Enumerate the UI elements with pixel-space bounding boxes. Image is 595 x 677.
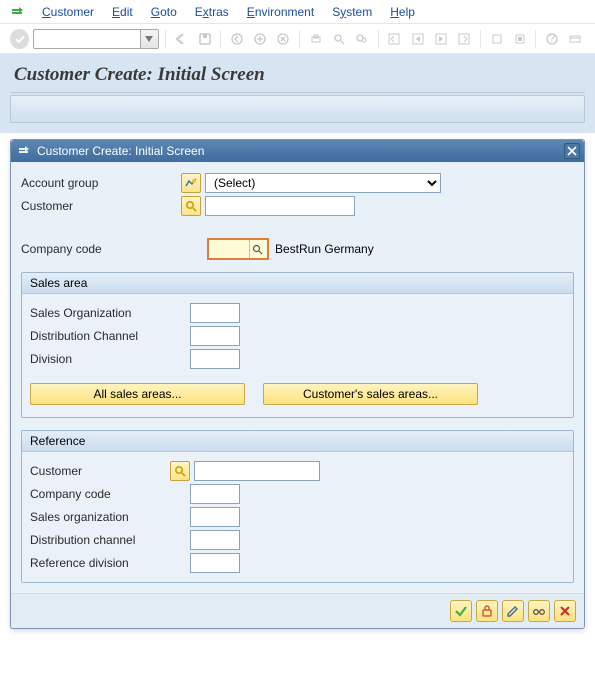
ref-company-code-input[interactable] — [190, 484, 240, 504]
label-account-group: Account group — [21, 176, 181, 190]
page-header: Customer Create: Initial Screen — [0, 54, 595, 133]
shortcut-icon[interactable] — [510, 29, 529, 49]
menu-item-help[interactable]: Help — [390, 5, 415, 19]
label-company-code: Company code — [21, 242, 207, 256]
all-sales-areas-button[interactable]: All sales areas... — [30, 383, 245, 405]
group-reference: Reference Customer Company code Sales or… — [21, 430, 574, 583]
continue-button[interactable] — [450, 600, 472, 622]
application-toolbar: ? — [0, 24, 595, 54]
print-icon[interactable] — [306, 29, 325, 49]
cancel-button[interactable] — [554, 600, 576, 622]
menu-item-edit[interactable]: Edit — [112, 5, 133, 19]
exit-icon[interactable] — [250, 29, 269, 49]
menu-item-environment[interactable]: Environment — [247, 5, 314, 19]
label-ref-division: Reference division — [30, 556, 190, 570]
label-ref-dist-channel: Distribution channel — [30, 533, 190, 547]
page-subheader — [10, 95, 585, 123]
label-dist-channel: Distribution Channel — [30, 329, 190, 343]
division-input[interactable] — [190, 349, 240, 369]
group-sales-area: Sales area Sales Organization Distributi… — [21, 272, 574, 418]
ref-division-input[interactable] — [190, 553, 240, 573]
dialog-customer-create: Customer Create: Initial Screen Account … — [10, 139, 585, 629]
menu-bar: Customer Edit Goto Extras Environment System H… — [0, 0, 595, 24]
company-code-field[interactable] — [207, 238, 269, 260]
ok-icon[interactable] — [10, 29, 29, 49]
prev-page-icon[interactable] — [408, 29, 427, 49]
sales-org-input[interactable] — [190, 303, 240, 323]
dialog-titlebar: Customer Create: Initial Screen — [11, 140, 584, 162]
dist-channel-input[interactable] — [190, 326, 240, 346]
label-customer: Customer — [21, 199, 181, 213]
save-icon[interactable] — [195, 29, 214, 49]
glasses-button[interactable] — [528, 600, 550, 622]
help-icon[interactable]: ? — [542, 29, 561, 49]
ref-sales-org-input[interactable] — [190, 507, 240, 527]
sap-menu-icon[interactable] — [10, 5, 24, 19]
nav-left-icon[interactable] — [172, 29, 191, 49]
search-help-icon[interactable] — [249, 240, 265, 258]
f4-customer-icon[interactable] — [181, 196, 201, 216]
dialog-title: Customer Create: Initial Screen — [37, 144, 558, 158]
dialog-icon — [17, 144, 31, 158]
next-page-icon[interactable] — [431, 29, 450, 49]
company-code-input[interactable] — [211, 240, 249, 258]
find-icon[interactable] — [329, 29, 348, 49]
cancel-icon[interactable] — [274, 29, 293, 49]
svg-text:?: ? — [549, 33, 556, 45]
menu-item-extras[interactable]: Extras — [195, 5, 229, 19]
f4-ref-customer-icon[interactable] — [170, 461, 190, 481]
page-title: Customer Create: Initial Screen — [10, 58, 585, 93]
account-group-select[interactable]: (Select) — [205, 173, 441, 193]
lock-button[interactable] — [476, 600, 498, 622]
group-title-reference: Reference — [22, 431, 573, 452]
label-ref-customer: Customer — [30, 464, 170, 478]
label-sales-org: Sales Organization — [30, 306, 190, 320]
edit-button[interactable] — [502, 600, 524, 622]
label-division: Division — [30, 352, 190, 366]
f4-account-group-icon[interactable] — [181, 173, 201, 193]
group-title-sales-area: Sales area — [22, 273, 573, 294]
label-ref-sales-org: Sales organization — [30, 510, 190, 524]
close-icon[interactable] — [564, 143, 580, 159]
session-new-icon[interactable] — [487, 29, 506, 49]
dialog-footer — [11, 593, 584, 628]
command-field[interactable] — [33, 29, 158, 49]
layout-icon[interactable] — [566, 29, 585, 49]
menu-item-customer[interactable]: Customer — [42, 5, 94, 19]
ref-customer-input[interactable] — [194, 461, 320, 481]
chevron-down-icon[interactable] — [140, 30, 158, 48]
ref-dist-channel-input[interactable] — [190, 530, 240, 550]
label-ref-company-code: Company code — [30, 487, 190, 501]
last-page-icon[interactable] — [455, 29, 474, 49]
company-code-text: BestRun Germany — [275, 242, 374, 256]
first-page-icon[interactable] — [385, 29, 404, 49]
customers-sales-areas-button[interactable]: Customer's sales areas... — [263, 383, 478, 405]
menu-item-goto[interactable]: Goto — [151, 5, 177, 19]
customer-input[interactable] — [205, 196, 355, 216]
back-icon[interactable] — [227, 29, 246, 49]
find-next-icon[interactable] — [353, 29, 372, 49]
menu-item-system[interactable]: System — [332, 5, 372, 19]
